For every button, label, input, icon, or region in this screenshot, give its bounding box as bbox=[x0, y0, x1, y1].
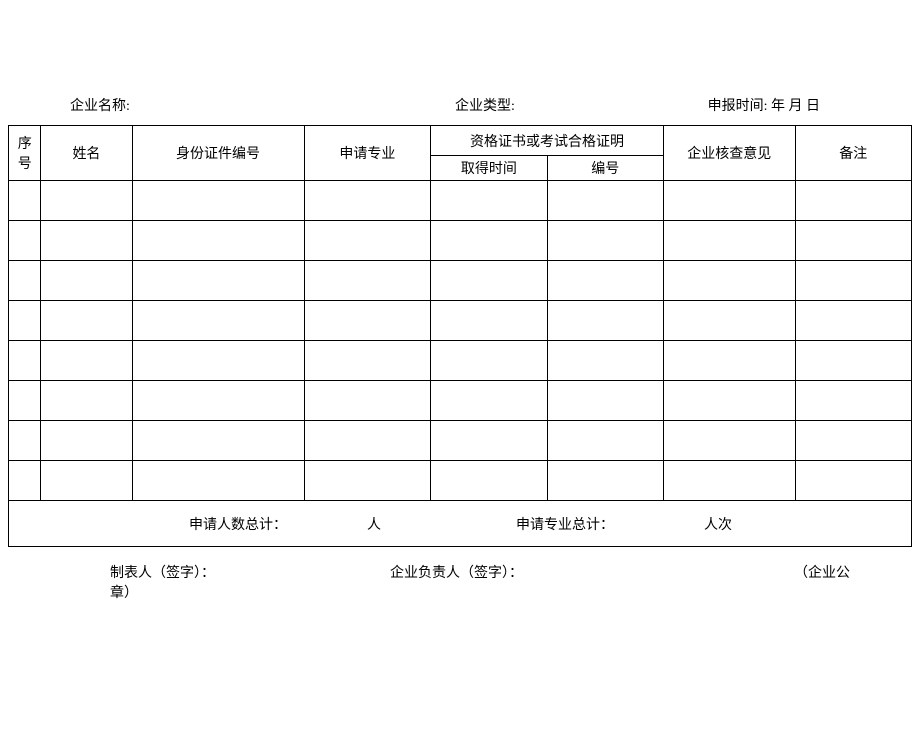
company-name-label: 企业名称: bbox=[70, 95, 293, 115]
company-type-label: 企业类型: bbox=[293, 95, 596, 115]
preparer-label: 制表人（签字）： 章） bbox=[110, 562, 230, 602]
col-header-name: 姓名 bbox=[41, 126, 132, 181]
table-row bbox=[9, 341, 912, 381]
col-header-notes: 备注 bbox=[795, 126, 911, 181]
table-row bbox=[9, 261, 912, 301]
table-row bbox=[9, 461, 912, 501]
footer-signature-row: 制表人（签字）： 章） 企业负责人（签字）： （企业公 bbox=[0, 547, 920, 612]
seal-label: （企业公 bbox=[794, 562, 850, 602]
col-header-cert-number: 编号 bbox=[547, 156, 663, 181]
col-header-id: 身份证件编号 bbox=[132, 126, 304, 181]
application-table: 序号 姓名 身份证件编号 申请专业 资格证书或考试合格证明 企业核查意见 备注 … bbox=[8, 125, 912, 547]
major-unit: 人次 bbox=[704, 514, 732, 534]
table-row bbox=[9, 221, 912, 261]
people-unit: 人 bbox=[367, 514, 381, 534]
col-header-review: 企业核查意见 bbox=[663, 126, 795, 181]
table-row bbox=[9, 301, 912, 341]
table-row bbox=[9, 181, 912, 221]
header-info-row: 企业名称: 企业类型: 申报时间: 年 月 日 bbox=[0, 0, 920, 125]
report-time-label: 申报时间: 年 月 日 bbox=[597, 95, 850, 115]
table-header-row: 序号 姓名 身份证件编号 申请专业 资格证书或考试合格证明 企业核查意见 备注 bbox=[9, 126, 912, 156]
table-row bbox=[9, 381, 912, 421]
total-people-label: 申请人数总计： bbox=[189, 514, 287, 534]
summary-row: 申请人数总计： 人 申请专业总计： 人次 bbox=[9, 501, 912, 547]
col-header-major: 申请专业 bbox=[304, 126, 431, 181]
col-header-cert-group: 资格证书或考试合格证明 bbox=[431, 126, 664, 156]
col-header-seq: 序号 bbox=[9, 126, 41, 181]
total-major-label: 申请专业总计： bbox=[516, 514, 614, 534]
manager-label: 企业负责人（签字）： bbox=[390, 562, 794, 602]
col-header-obtain-time: 取得时间 bbox=[431, 156, 547, 181]
table-row bbox=[9, 421, 912, 461]
